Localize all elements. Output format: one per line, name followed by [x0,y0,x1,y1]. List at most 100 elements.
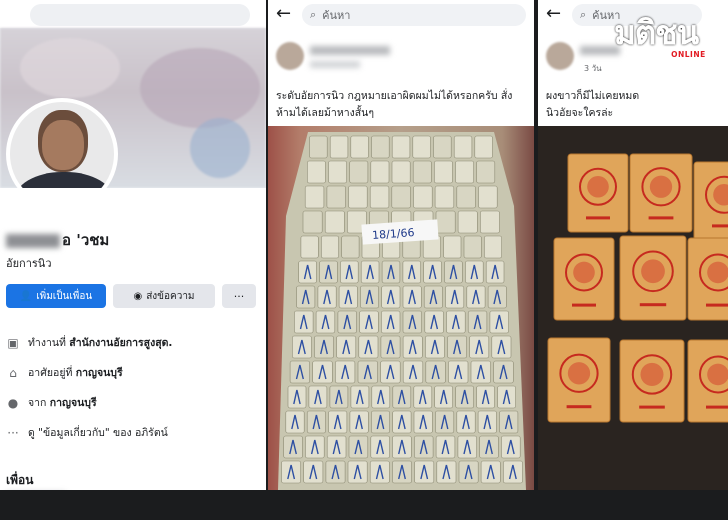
package [298,260,317,284]
package [458,460,479,484]
package [402,260,421,284]
package [413,185,433,209]
package [445,285,465,309]
package [348,435,369,459]
package [306,410,326,434]
package [484,235,503,259]
post-photo-tea-packs[interactable] [538,126,728,490]
package [340,260,359,284]
package [392,385,412,409]
profile-body: อ 'วชม อัยการนิว 👤 เพิ่มเป็นเพื่อน ◉ ส่ง… [0,188,266,520]
package [350,135,369,159]
messenger-icon: ◉ [133,290,143,302]
message-button[interactable]: ◉ ส่งข้อความ [113,284,215,308]
package [320,235,339,259]
package [434,385,453,409]
tea-pack-seal-center [641,259,665,284]
package [434,185,455,209]
package [283,435,303,459]
package [302,210,323,234]
more-button[interactable]: ··· [222,284,256,308]
tea-pack-label [648,216,674,220]
package [317,285,337,309]
package [457,435,477,459]
package [412,160,432,184]
more-dots-icon: ··· [7,425,19,440]
poster-name[interactable] [310,46,390,55]
package [402,360,424,384]
package [369,460,390,484]
package [341,235,360,259]
package [499,410,519,434]
package [371,410,391,434]
package [423,285,443,309]
search-input[interactable]: ⌕ ค้นหา [302,4,526,26]
package [477,410,497,434]
package [402,285,422,309]
top-bar: ← ⌕ ค้นหา [268,0,534,28]
post-header [268,34,534,84]
package [350,385,370,409]
package [446,310,466,334]
post-panel-1: ← ⌕ ค้นหา ระดับอัยการนิว กฎหมายเอาผิดผมไ… [268,0,534,520]
package [349,410,369,434]
package [469,335,490,359]
package [436,460,457,484]
search-icon: ⌕ [310,8,317,21]
package [479,435,499,459]
package [485,260,505,284]
home-icon: ⌂ [9,365,17,380]
package [455,160,475,184]
package [470,360,491,384]
package [326,435,347,459]
post-photo-packages[interactable]: 18/1/66 [268,126,534,490]
post-text-line1: ผงขาวก็มีไม่เคยหมด [546,90,640,102]
package [328,410,348,434]
package [493,360,514,384]
poster-avatar[interactable] [546,42,574,70]
back-arrow-icon[interactable]: ← [546,3,561,24]
package [370,435,390,459]
package [285,410,305,434]
package [380,335,401,359]
package [413,410,433,434]
package [294,310,314,334]
package [359,310,379,334]
poster-avatar[interactable] [276,42,304,70]
briefcase-icon: ▣ [7,335,19,350]
package [456,410,476,434]
search-input[interactable] [30,4,250,26]
package [296,285,316,309]
matichon-logo: มติชน MATICHON ONLINE [614,16,714,60]
package [319,260,338,284]
package [335,360,356,384]
post-text-line2: ห้ามได้เลยม้าหางสั้นๆ [276,107,375,119]
package [328,160,348,184]
post-text-line2: นิวอัยจะใครล่ะ [546,107,614,119]
post-time: 3 วัน [584,64,602,73]
package [338,285,358,309]
package [291,335,312,359]
package [476,160,496,184]
package [402,310,423,334]
package [489,310,509,334]
package [369,185,390,209]
add-friend-button[interactable]: 👤 เพิ่มเป็นเพื่อน [6,284,106,308]
tea-pack-seal-center [567,362,591,385]
package [455,385,474,409]
bottom-strip [0,490,728,520]
package [325,460,346,484]
tea-pack-label [712,224,728,228]
tea-pack-seal-center [707,363,728,386]
tea-pack-seal-center [587,175,609,198]
package [412,135,431,159]
package [326,185,346,209]
package [443,235,462,259]
tea-pack-label [572,303,596,307]
package [305,435,325,459]
package [371,385,391,409]
back-arrow-icon[interactable]: ← [276,3,291,24]
package [337,310,357,334]
post-panel-2: ← ⌕ ค้นหา 3 วัน ผงขาวก็มีไม่เคยหมด นิวอั… [538,0,728,520]
info-about-link[interactable]: ··· ดู "ข้อมูลเกี่ยวกับ" ของ อภิรัตน์ [6,424,168,441]
